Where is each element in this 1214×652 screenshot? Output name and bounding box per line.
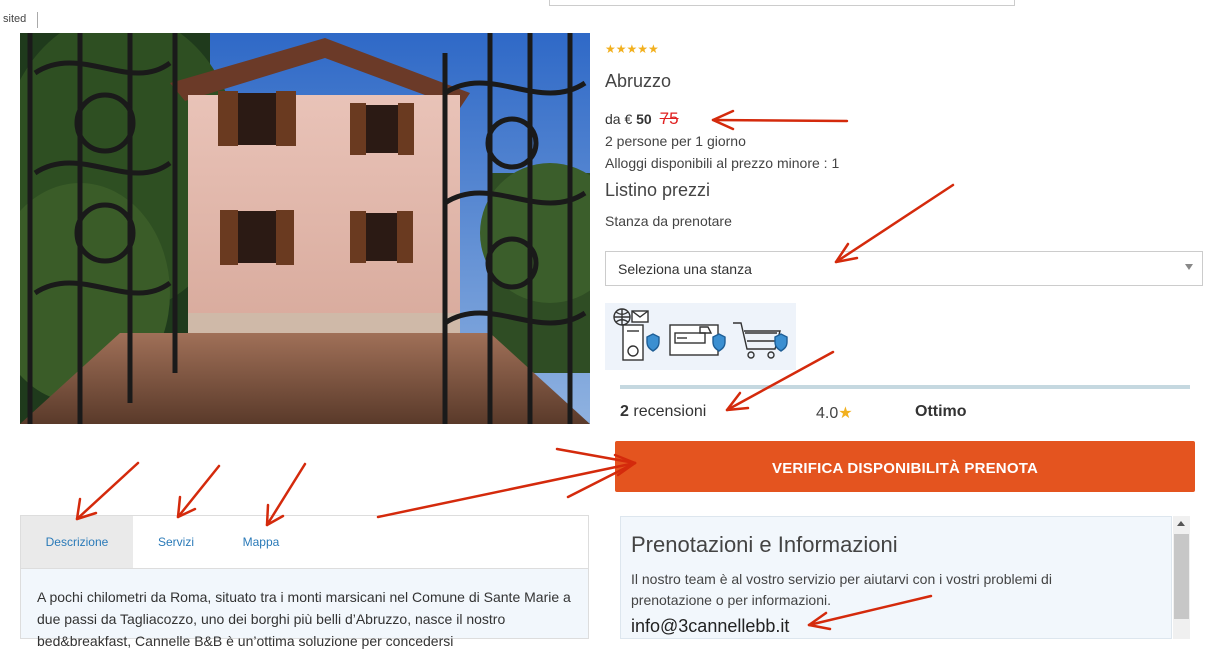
room-select-label: Stanza da prenotare	[605, 213, 732, 229]
info-scrollbar[interactable]	[1173, 516, 1190, 639]
star-icon: ★	[838, 405, 853, 422]
check-availability-button[interactable]: VERIFICA DISPONIBILITÀ PRENOTA	[615, 441, 1195, 492]
chevron-down-icon	[1185, 264, 1193, 270]
arrow-button	[376, 447, 637, 519]
arrow-servizi	[176, 464, 221, 519]
property-photo[interactable]	[20, 33, 590, 424]
browser-bar: sited	[0, 0, 1214, 33]
reviews-count[interactable]: 2 recensioni	[620, 403, 706, 421]
globe-mail-server-icon	[613, 308, 660, 361]
price-list-title: Listino prezzi	[605, 180, 711, 200]
info-title: Prenotazioni e Informazioni	[631, 532, 898, 557]
arrow-descrizione	[75, 461, 140, 521]
price-old: 75	[659, 109, 679, 128]
info-email[interactable]: info@3cannellebb.it	[631, 616, 789, 637]
reviews-label: recensioni	[633, 403, 707, 420]
reviews-number: 2	[620, 403, 629, 420]
rating-stars: ★★★★★	[605, 42, 659, 56]
divider	[620, 385, 1190, 389]
availability-info: Alloggi disponibili al prezzo minore : 1	[605, 155, 840, 171]
price-current: 50	[636, 111, 652, 127]
rating-verdict: Ottimo	[915, 403, 967, 420]
info-text: Il nostro team è al vostro servizio per …	[631, 571, 1052, 608]
room-select[interactable]: Seleziona una stanza	[605, 251, 1203, 286]
rating-score: 4.0★	[816, 403, 853, 423]
scroll-up-icon[interactable]	[1177, 521, 1185, 526]
region-title: Abruzzo	[605, 71, 672, 91]
payment-icons	[605, 303, 796, 370]
tab-descrizione[interactable]: Descrizione	[21, 516, 133, 569]
tab-mappa[interactable]: Mappa	[235, 516, 287, 569]
shopping-cart-icon	[733, 322, 788, 359]
arrow-price	[711, 109, 849, 131]
persons-info: 2 persone per 1 giorno	[605, 133, 746, 149]
search-box[interactable]	[549, 0, 1015, 6]
visited-label: sited	[3, 13, 27, 25]
credit-card-terminal-icon	[669, 324, 726, 356]
tab-servizi[interactable]: Servizi	[149, 516, 203, 569]
price-line: da € 50 75	[605, 109, 679, 129]
scroll-thumb[interactable]	[1174, 534, 1189, 619]
tab-bar: Descrizione Servizi Mappa	[20, 515, 589, 569]
description-text: A pochi chilometri da Roma, situato tra …	[37, 589, 571, 649]
toolbar-divider	[37, 12, 38, 28]
rating-value: 4.0	[816, 405, 839, 422]
price-prefix: da €	[605, 111, 633, 127]
tab-content: A pochi chilometri da Roma, situato tra …	[20, 568, 589, 649]
info-panel: Prenotazioni e Informazioni Il nostro te…	[620, 516, 1172, 639]
room-select-value: Seleziona una stanza	[618, 261, 752, 277]
